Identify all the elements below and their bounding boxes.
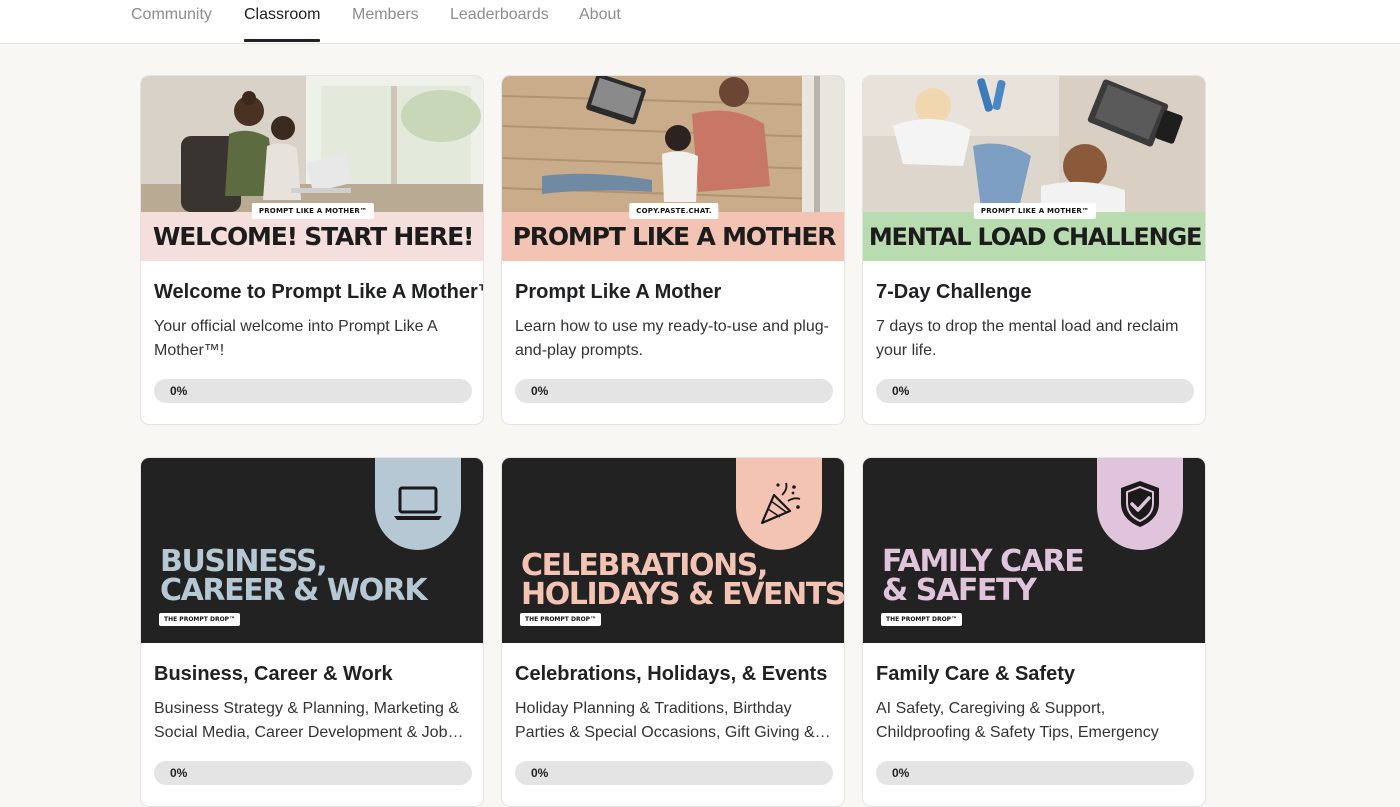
course-card-body: Prompt Like A Mother Learn how to use my…	[502, 261, 844, 403]
course-card-body: Family Care & Safety AI Safety, Caregivi…	[863, 643, 1205, 785]
course-description: Business Strategy & Planning, Marketing …	[154, 700, 464, 741]
progress-label: 0%	[170, 766, 188, 780]
banner-photo	[141, 76, 483, 212]
banner-headline-line: CAREER & WORK	[160, 573, 428, 608]
banner-photo	[863, 76, 1205, 212]
progress-label: 0%	[531, 766, 549, 780]
tab-members[interactable]: Members	[352, 6, 419, 24]
course-card-celebrations-holidays-events[interactable]: CELEBRATIONS, HOLIDAYS & EVENTS THE PROM…	[501, 457, 845, 807]
course-banner: FAMILY CARE & SAFETY THE PROMPT DROP™	[863, 458, 1205, 643]
banner-headline: WELCOME! START HERE!	[152, 222, 475, 251]
banner-photo	[502, 76, 844, 212]
banner-headline: CELEBRATIONS, HOLIDAYS & EVENTS	[521, 548, 845, 612]
course-progress-bar: 0%	[876, 761, 1194, 785]
course-banner: MENTAL LOAD CHALLENGE PROMPT LIKE A MOTH…	[863, 76, 1205, 261]
course-card-body: Business, Career & Work Business Strateg…	[141, 643, 483, 785]
course-card-body: Celebrations, Holidays, & Events Holiday…	[502, 643, 844, 785]
banner-icon-tab	[736, 458, 822, 550]
banner-icon-tab	[1097, 458, 1183, 550]
tab-leaderboards[interactable]: Leaderboards	[450, 6, 549, 24]
tab-community[interactable]: Community	[131, 6, 212, 24]
banner-headline-line: BUSINESS,	[160, 544, 328, 579]
course-card-prompt-like-a-mother[interactable]: PROMPT LIKE A MOTHER COPY.PASTE.CHAT. Pr…	[501, 75, 845, 425]
banner-brand-label: COPY.PASTE.CHAT.	[629, 203, 719, 219]
tab-classroom[interactable]: Classroom	[244, 6, 320, 24]
course-description: Holiday Planning & Traditions, Birthday …	[515, 700, 831, 741]
banner-brand-label: THE PROMPT DROP™	[159, 613, 241, 626]
course-title: Business, Career & Work	[154, 663, 393, 685]
course-progress-bar: 0%	[154, 761, 472, 785]
banner-headline: MENTAL LOAD CHALLENGE	[868, 222, 1203, 251]
tab-about[interactable]: About	[579, 6, 621, 24]
course-banner: CELEBRATIONS, HOLIDAYS & EVENTS THE PROM…	[502, 458, 845, 643]
banner-headline-line: CELEBRATIONS,	[521, 548, 768, 583]
progress-label: 0%	[170, 384, 188, 398]
progress-label: 0%	[892, 766, 910, 780]
course-title: Celebrations, Holidays, & Events	[515, 663, 828, 685]
progress-label: 0%	[531, 384, 549, 398]
course-card-welcome[interactable]: WELCOME! START HERE! PROMPT LIKE A MOTHE…	[140, 75, 484, 425]
course-title: Family Care & Safety	[876, 663, 1075, 685]
banner-brand-label: PROMPT LIKE A MOTHER™	[251, 203, 375, 219]
course-card-body: Welcome to Prompt Like A Mother™ Your of…	[141, 261, 483, 403]
banner-brand-label: PROMPT LIKE A MOTHER™	[973, 203, 1097, 219]
laptop-icon	[394, 486, 442, 520]
course-card-body: 7-Day Challenge 7 days to drop the menta…	[863, 261, 1205, 403]
shield-check-icon	[1121, 481, 1159, 527]
banner-headline-line: HOLIDAYS & EVENTS	[521, 577, 845, 612]
banner-headline-strip: WELCOME! START HERE!	[141, 212, 483, 261]
course-progress-bar: 0%	[154, 379, 472, 403]
active-tab-indicator	[244, 39, 320, 42]
banner-headline-strip: PROMPT LIKE A MOTHER	[502, 212, 844, 261]
course-banner: BUSINESS, CAREER & WORK THE PROMPT DROP™	[141, 458, 483, 643]
course-banner: WELCOME! START HERE! PROMPT LIKE A MOTHE…	[141, 76, 483, 261]
course-banner: PROMPT LIKE A MOTHER COPY.PASTE.CHAT.	[502, 76, 844, 261]
banner-headline: BUSINESS, CAREER & WORK	[160, 544, 428, 608]
top-navigation: Community Classroom Members Leaderboards…	[0, 0, 1400, 44]
banner-headline-strip: MENTAL LOAD CHALLENGE	[863, 212, 1205, 261]
course-progress-bar: 0%	[515, 761, 833, 785]
course-progress-bar: 0%	[876, 379, 1194, 403]
course-card-7-day-challenge[interactable]: MENTAL LOAD CHALLENGE PROMPT LIKE A MOTH…	[862, 75, 1206, 425]
banner-headline: PROMPT LIKE A MOTHER	[512, 222, 837, 251]
course-card-family-care-safety[interactable]: FAMILY CARE & SAFETY THE PROMPT DROP™ Fa…	[862, 457, 1206, 807]
course-progress-bar: 0%	[515, 379, 833, 403]
banner-brand-label: THE PROMPT DROP™	[520, 613, 602, 626]
banner-brand-label: THE PROMPT DROP™	[881, 613, 963, 626]
banner-icon-tab	[375, 458, 461, 550]
course-description: AI Safety, Caregiving & Support, Childpr…	[876, 700, 1159, 741]
progress-label: 0%	[892, 384, 910, 398]
banner-headline-line: & SAFETY	[882, 573, 1037, 608]
course-title: 7-Day Challenge	[876, 281, 1032, 303]
banner-headline-line: FAMILY CARE	[882, 544, 1085, 579]
course-title: Welcome to Prompt Like A Mother™	[154, 281, 484, 303]
course-title: Prompt Like A Mother	[515, 281, 722, 303]
course-description: Your official welcome into Prompt Like A…	[154, 318, 437, 359]
course-description: Learn how to use my ready-to-use and plu…	[515, 318, 829, 359]
course-card-business-career-work[interactable]: BUSINESS, CAREER & WORK THE PROMPT DROP™…	[140, 457, 484, 807]
banner-headline: FAMILY CARE & SAFETY	[882, 544, 1085, 608]
course-description: 7 days to drop the mental load and recla…	[876, 318, 1179, 359]
party-popper-icon	[760, 482, 801, 525]
